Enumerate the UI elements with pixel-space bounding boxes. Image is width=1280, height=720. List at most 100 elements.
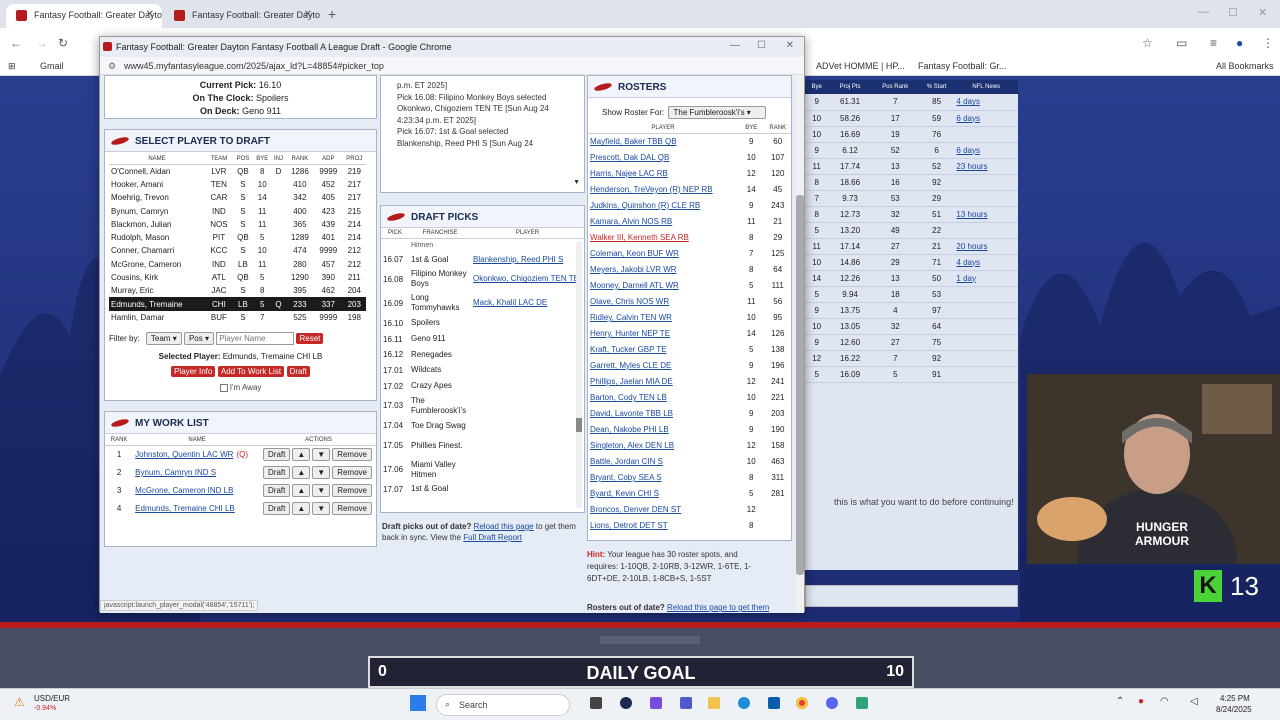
away-checkbox[interactable]: [219, 383, 228, 392]
chrome-icon[interactable]: [796, 697, 808, 709]
worklist-draft-button[interactable]: Draft: [263, 502, 291, 515]
picks-scrollbar[interactable]: [576, 242, 582, 508]
roster-player-link[interactable]: Broncos, Denver DEN ST: [588, 502, 738, 518]
news-link[interactable]: 6 days: [954, 142, 1018, 159]
popup-scrollbar[interactable]: [796, 75, 804, 613]
bookmark-advet[interactable]: ADVet HOMME | HP...: [816, 61, 905, 71]
roster-player-link[interactable]: Ridley, Calvin TEN WR: [588, 310, 738, 326]
worklist-player-link[interactable]: Edmunds, Tremaine CHI LB: [135, 504, 235, 513]
mic-icon[interactable]: ●: [1138, 696, 1144, 707]
roster-reload-link[interactable]: Reload this page to get them: [667, 603, 769, 612]
pos-filter-select[interactable]: Pos ▾: [183, 332, 214, 345]
player-col-header[interactable]: Name: [109, 154, 205, 165]
player-col-header[interactable]: Pos: [232, 154, 254, 165]
player-row[interactable]: O'Connell, Aidan LVR QB 8 D 1286 9999 219: [109, 165, 366, 178]
clock-time[interactable]: 4:25 PM: [1220, 694, 1250, 703]
popup-minimize-icon[interactable]: —: [730, 40, 740, 51]
roster-player-link[interactable]: Bryant, Coby SEA S: [588, 470, 738, 486]
remove-button[interactable]: Remove: [332, 466, 372, 479]
news-link[interactable]: 6 days: [954, 110, 1018, 127]
close-window-icon[interactable]: ✕: [1258, 6, 1267, 19]
player-col-header[interactable]: ADP: [314, 154, 343, 165]
popup-maximize-icon[interactable]: ☐: [757, 40, 766, 51]
player-name-input[interactable]: [216, 332, 295, 345]
store-icon[interactable]: [768, 697, 780, 709]
remove-button[interactable]: Remove: [332, 484, 372, 497]
roster-player-link[interactable]: Henderson, TreVeyon (R) NEP RB: [588, 182, 738, 198]
roster-player-link[interactable]: Mayfield, Baker TBB QB: [588, 134, 738, 150]
move-down-button[interactable]: ▼: [312, 502, 331, 515]
bookmark-star-icon[interactable]: ☆: [1142, 36, 1153, 50]
tray-chevron-icon[interactable]: ⌃: [1116, 696, 1124, 707]
site-info-icon[interactable]: ⚙: [108, 61, 116, 72]
news-link[interactable]: 4 days: [954, 94, 1018, 111]
browser-tab-1[interactable]: Fantasy Football: Greater Dayton ✕: [6, 4, 162, 28]
roster-player-link[interactable]: Meyers, Jakobi LVR WR: [588, 262, 738, 278]
player-info-button[interactable]: Player Info: [171, 366, 216, 377]
roster-player-link[interactable]: Olave, Chris NOS WR: [588, 294, 738, 310]
roster-player-link[interactable]: Prescott, Dak DAL QB: [588, 150, 738, 166]
pick-player[interactable]: Mack, Khalil LAC DE: [471, 291, 584, 315]
player-row[interactable]: Bynum, Camryn IND S 11 400 423 215: [109, 204, 366, 217]
bookmark-fantasy[interactable]: Fantasy Football: Gr...: [918, 61, 1007, 71]
draft-button[interactable]: Draft: [286, 366, 310, 377]
remove-button[interactable]: Remove: [332, 448, 372, 462]
extensions-icon[interactable]: ≡: [1210, 36, 1217, 50]
discord-icon[interactable]: [826, 697, 838, 709]
full-draft-report-link[interactable]: Full Draft Report: [463, 533, 522, 542]
player-row[interactable]: Hooker, Amani TEN S 10 410 452 217: [109, 178, 366, 191]
roster-player-link[interactable]: Walker III, Kenneth SEA RB: [588, 230, 738, 246]
player-row[interactable]: Rudolph, Mason PIT QB 5 1289 401 214: [109, 231, 366, 244]
roster-player-link[interactable]: Battle, Jordan CIN S: [588, 454, 738, 470]
roster-select[interactable]: The Fumbleroosk'i's ▾: [668, 106, 767, 119]
move-down-button[interactable]: ▼: [312, 448, 331, 462]
taskbar-search[interactable]: ⌕ Search: [436, 694, 570, 716]
player-row[interactable]: Cousins, Kirk ATL QB 5 1290 390 211: [109, 271, 366, 284]
roster-player-link[interactable]: Kamara, Alvin NOS RB: [588, 214, 738, 230]
move-up-button[interactable]: ▲: [292, 502, 311, 515]
roster-player-link[interactable]: Singleton, Alex DEN LB: [588, 438, 738, 454]
move-up-button[interactable]: ▲: [292, 466, 311, 479]
worklist-draft-button[interactable]: Draft: [263, 484, 291, 497]
edge-icon[interactable]: [738, 697, 750, 709]
player-row[interactable]: Conner, Chamarri KCC S 10 474 9999 212: [109, 244, 366, 257]
menu-icon[interactable]: ⋮: [1262, 36, 1274, 50]
pick-player[interactable]: Okonkwo, Chigoziem TEN TE: [471, 267, 584, 291]
player-row[interactable]: Moehrig, Trevon CAR S 14 342 405 217: [109, 191, 366, 204]
remove-button[interactable]: Remove: [332, 502, 372, 515]
worklist-player-link[interactable]: McGrone, Cameron IND LB: [135, 486, 233, 495]
player-col-header[interactable]: Bye: [253, 154, 272, 165]
move-up-button[interactable]: ▲: [292, 448, 311, 462]
scroll-down-arrow[interactable]: ▼: [573, 177, 580, 189]
news-link[interactable]: 13 hours: [954, 206, 1018, 223]
team-filter-select[interactable]: Team ▾: [145, 332, 182, 345]
roster-player-link[interactable]: Harris, Najee LAC RB: [588, 166, 738, 182]
taskview-icon[interactable]: [590, 697, 602, 709]
clock-date[interactable]: 8/24/2025: [1216, 705, 1252, 714]
reset-button[interactable]: Reset: [296, 333, 324, 344]
move-down-button[interactable]: ▼: [312, 466, 331, 479]
move-down-button[interactable]: ▼: [312, 484, 331, 497]
file-explorer-icon[interactable]: [708, 697, 720, 709]
reload-icon[interactable]: ↻: [58, 36, 68, 50]
roster-player-link[interactable]: Judkins, Quinshon (R) CLE RB: [588, 198, 738, 214]
popup-close-icon[interactable]: ✕: [786, 40, 794, 51]
news-link[interactable]: 23 hours: [954, 158, 1018, 175]
news-link[interactable]: 4 days: [954, 254, 1018, 271]
profile-icon[interactable]: ●: [1236, 36, 1243, 50]
player-col-header[interactable]: Rank: [285, 154, 315, 165]
teams-icon[interactable]: [680, 697, 692, 709]
close-tab-icon[interactable]: ✕: [304, 9, 312, 20]
windows-start-icon[interactable]: [410, 695, 426, 711]
browser-tab-2[interactable]: Fantasy Football: Greater Dayton ✕: [164, 4, 320, 28]
move-up-button[interactable]: ▲: [292, 484, 311, 497]
roster-player-link[interactable]: Phillips, Jaelan MIA DE: [588, 374, 738, 390]
add-worklist-button[interactable]: Add To Work List: [217, 366, 285, 377]
bookmark-gmail[interactable]: Gmail: [40, 61, 64, 71]
worklist-draft-button[interactable]: Draft: [263, 466, 291, 479]
apps-icon[interactable]: ⊞: [8, 61, 16, 72]
roster-player-link[interactable]: Barton, Cody TEN LB: [588, 390, 738, 406]
ticker-name[interactable]: USD/EUR: [34, 694, 70, 703]
player-col-header[interactable]: Inj: [271, 154, 286, 165]
roster-player-link[interactable]: Byard, Kevin CHI S: [588, 486, 738, 502]
